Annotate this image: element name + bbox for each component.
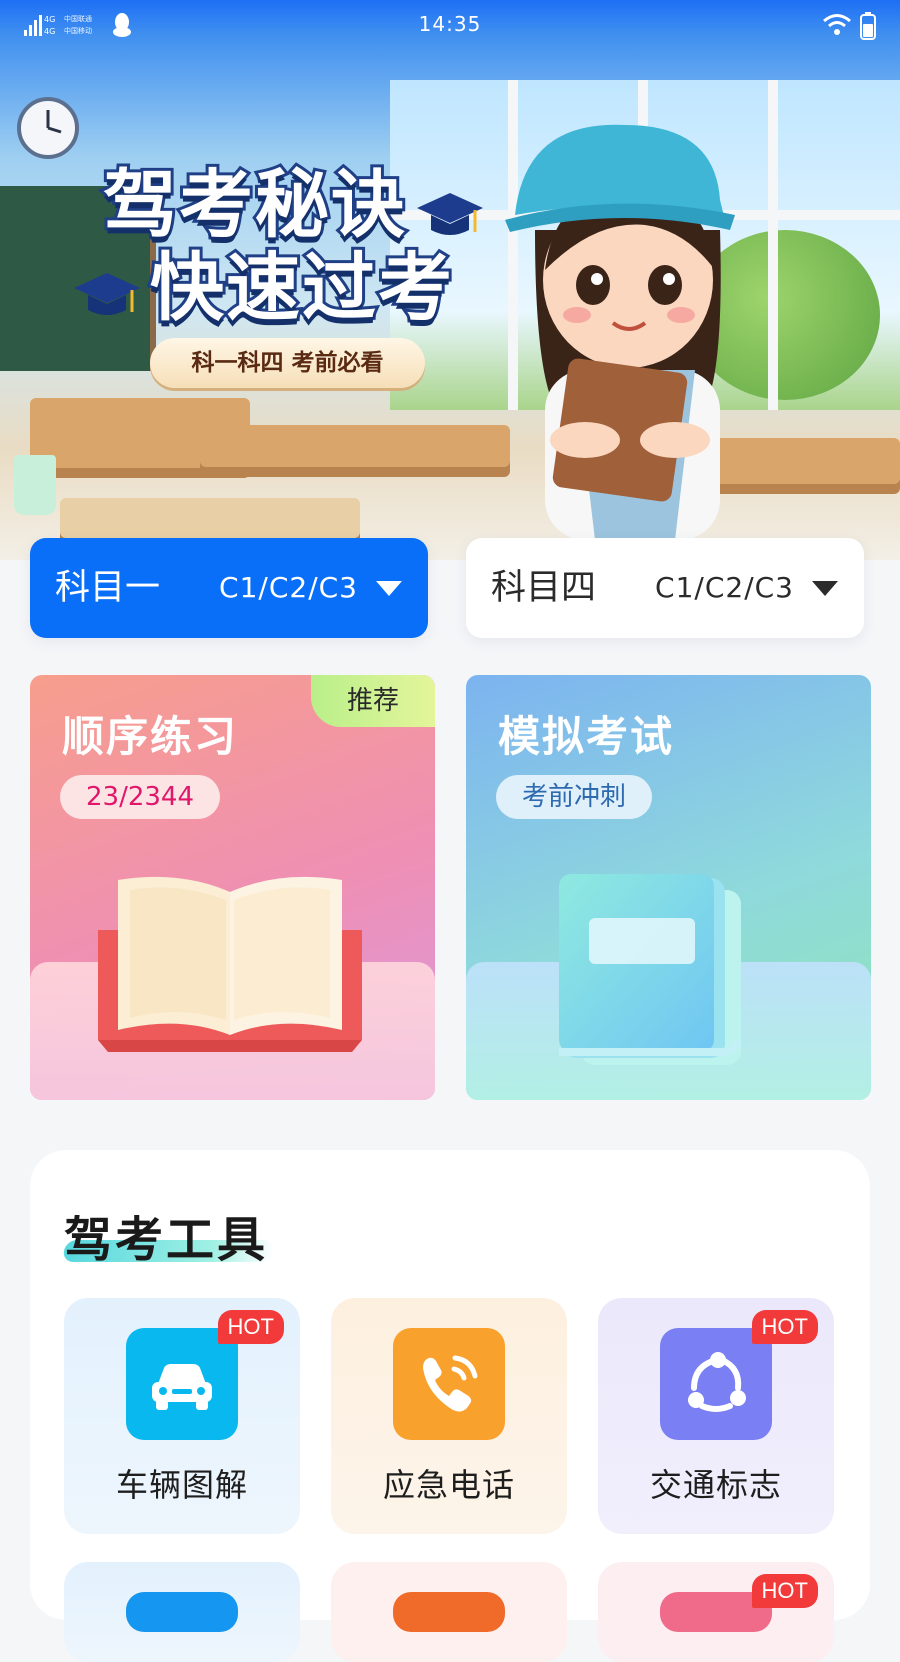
caret-down-icon [376, 581, 402, 596]
tool-item-partial[interactable] [331, 1562, 567, 1662]
graduation-cap-icon [417, 193, 483, 235]
card-title: 顺序练习 [62, 712, 239, 761]
tool-icon-box [393, 1328, 505, 1440]
card-title: 模拟考试 [498, 712, 675, 761]
clock-icon [17, 97, 79, 159]
caret-down-icon [812, 581, 838, 596]
share-nodes-icon [688, 1352, 746, 1412]
tool-icon-box [126, 1328, 238, 1440]
graduation-cap-icon [74, 273, 140, 315]
desk [200, 425, 510, 467]
sequential-practice-card[interactable]: 顺序练习 23/2344 推荐 [30, 675, 435, 1100]
tools-title: 驾考工具 [64, 1212, 269, 1268]
hot-badge: HOT [217, 1310, 284, 1344]
open-book-icon [98, 876, 362, 1052]
driving-tools-panel: 驾考工具 HOT 车辆图解 应急电话 HOT 交通标志 HOT [30, 1150, 870, 1662]
tool-label: 交通标志 [649, 1466, 782, 1504]
battery-icon [860, 12, 876, 40]
subject-name: 科目一 [55, 568, 161, 608]
tool-label: 应急电话 [382, 1466, 515, 1504]
tool-label: 车辆图解 [115, 1466, 248, 1504]
tool-emergency-call[interactable]: 应急电话 [331, 1298, 567, 1534]
recommend-badge: 推荐 [311, 675, 435, 727]
hot-badge: HOT [751, 1574, 818, 1608]
tool-icon-box [126, 1592, 238, 1632]
mascot-girl-illustration [505, 124, 735, 540]
subject-one-selector[interactable]: 科目一 C1/C2/C3 [30, 538, 428, 638]
status-bar: 4G 4G 中国联通 中国移动 14:35 [0, 0, 900, 52]
phone-icon [423, 1355, 478, 1412]
mock-exam-card[interactable]: 模拟考试 考前冲刺 [466, 675, 871, 1100]
banner-title-line1: 驾考秘诀 [100, 162, 408, 248]
tool-icon-box [393, 1592, 505, 1632]
tool-item-partial[interactable] [64, 1562, 300, 1662]
hero-banner[interactable]: 4G 4G 中国联通 中国移动 14:35 驾考秘诀 快速过考 科一科四 考前必… [0, 0, 900, 560]
status-time: 14:35 [418, 12, 482, 36]
tagline-pill: 考前冲刺 [496, 775, 653, 819]
banner-title-line2: 快速过考 [147, 245, 455, 331]
subject-four-selector[interactable]: 科目四 C1/C2/C3 [466, 538, 864, 638]
pencil-cup [14, 455, 56, 515]
banner-subtitle: 科一科四 考前必看 [150, 338, 425, 388]
subject-name: 科目四 [491, 568, 597, 608]
hot-badge: HOT [751, 1310, 818, 1344]
desk [60, 498, 360, 538]
tools-heading: 驾考工具 [62, 1200, 276, 1270]
tool-item-partial[interactable]: HOT [598, 1562, 834, 1662]
tool-vehicle-diagram[interactable]: HOT 车辆图解 [64, 1298, 300, 1534]
license-type: C1/C2/C3 [219, 571, 358, 604]
tool-icon-box [660, 1328, 772, 1440]
license-type: C1/C2/C3 [655, 571, 794, 604]
tool-traffic-signs[interactable]: HOT 交通标志 [598, 1298, 834, 1534]
exam-book-icon [559, 874, 741, 1065]
wifi-icon [823, 14, 851, 35]
banner-title: 驾考秘诀 快速过考 [95, 160, 465, 335]
progress-pill: 23/2344 [60, 775, 221, 819]
car-icon [152, 1364, 212, 1410]
